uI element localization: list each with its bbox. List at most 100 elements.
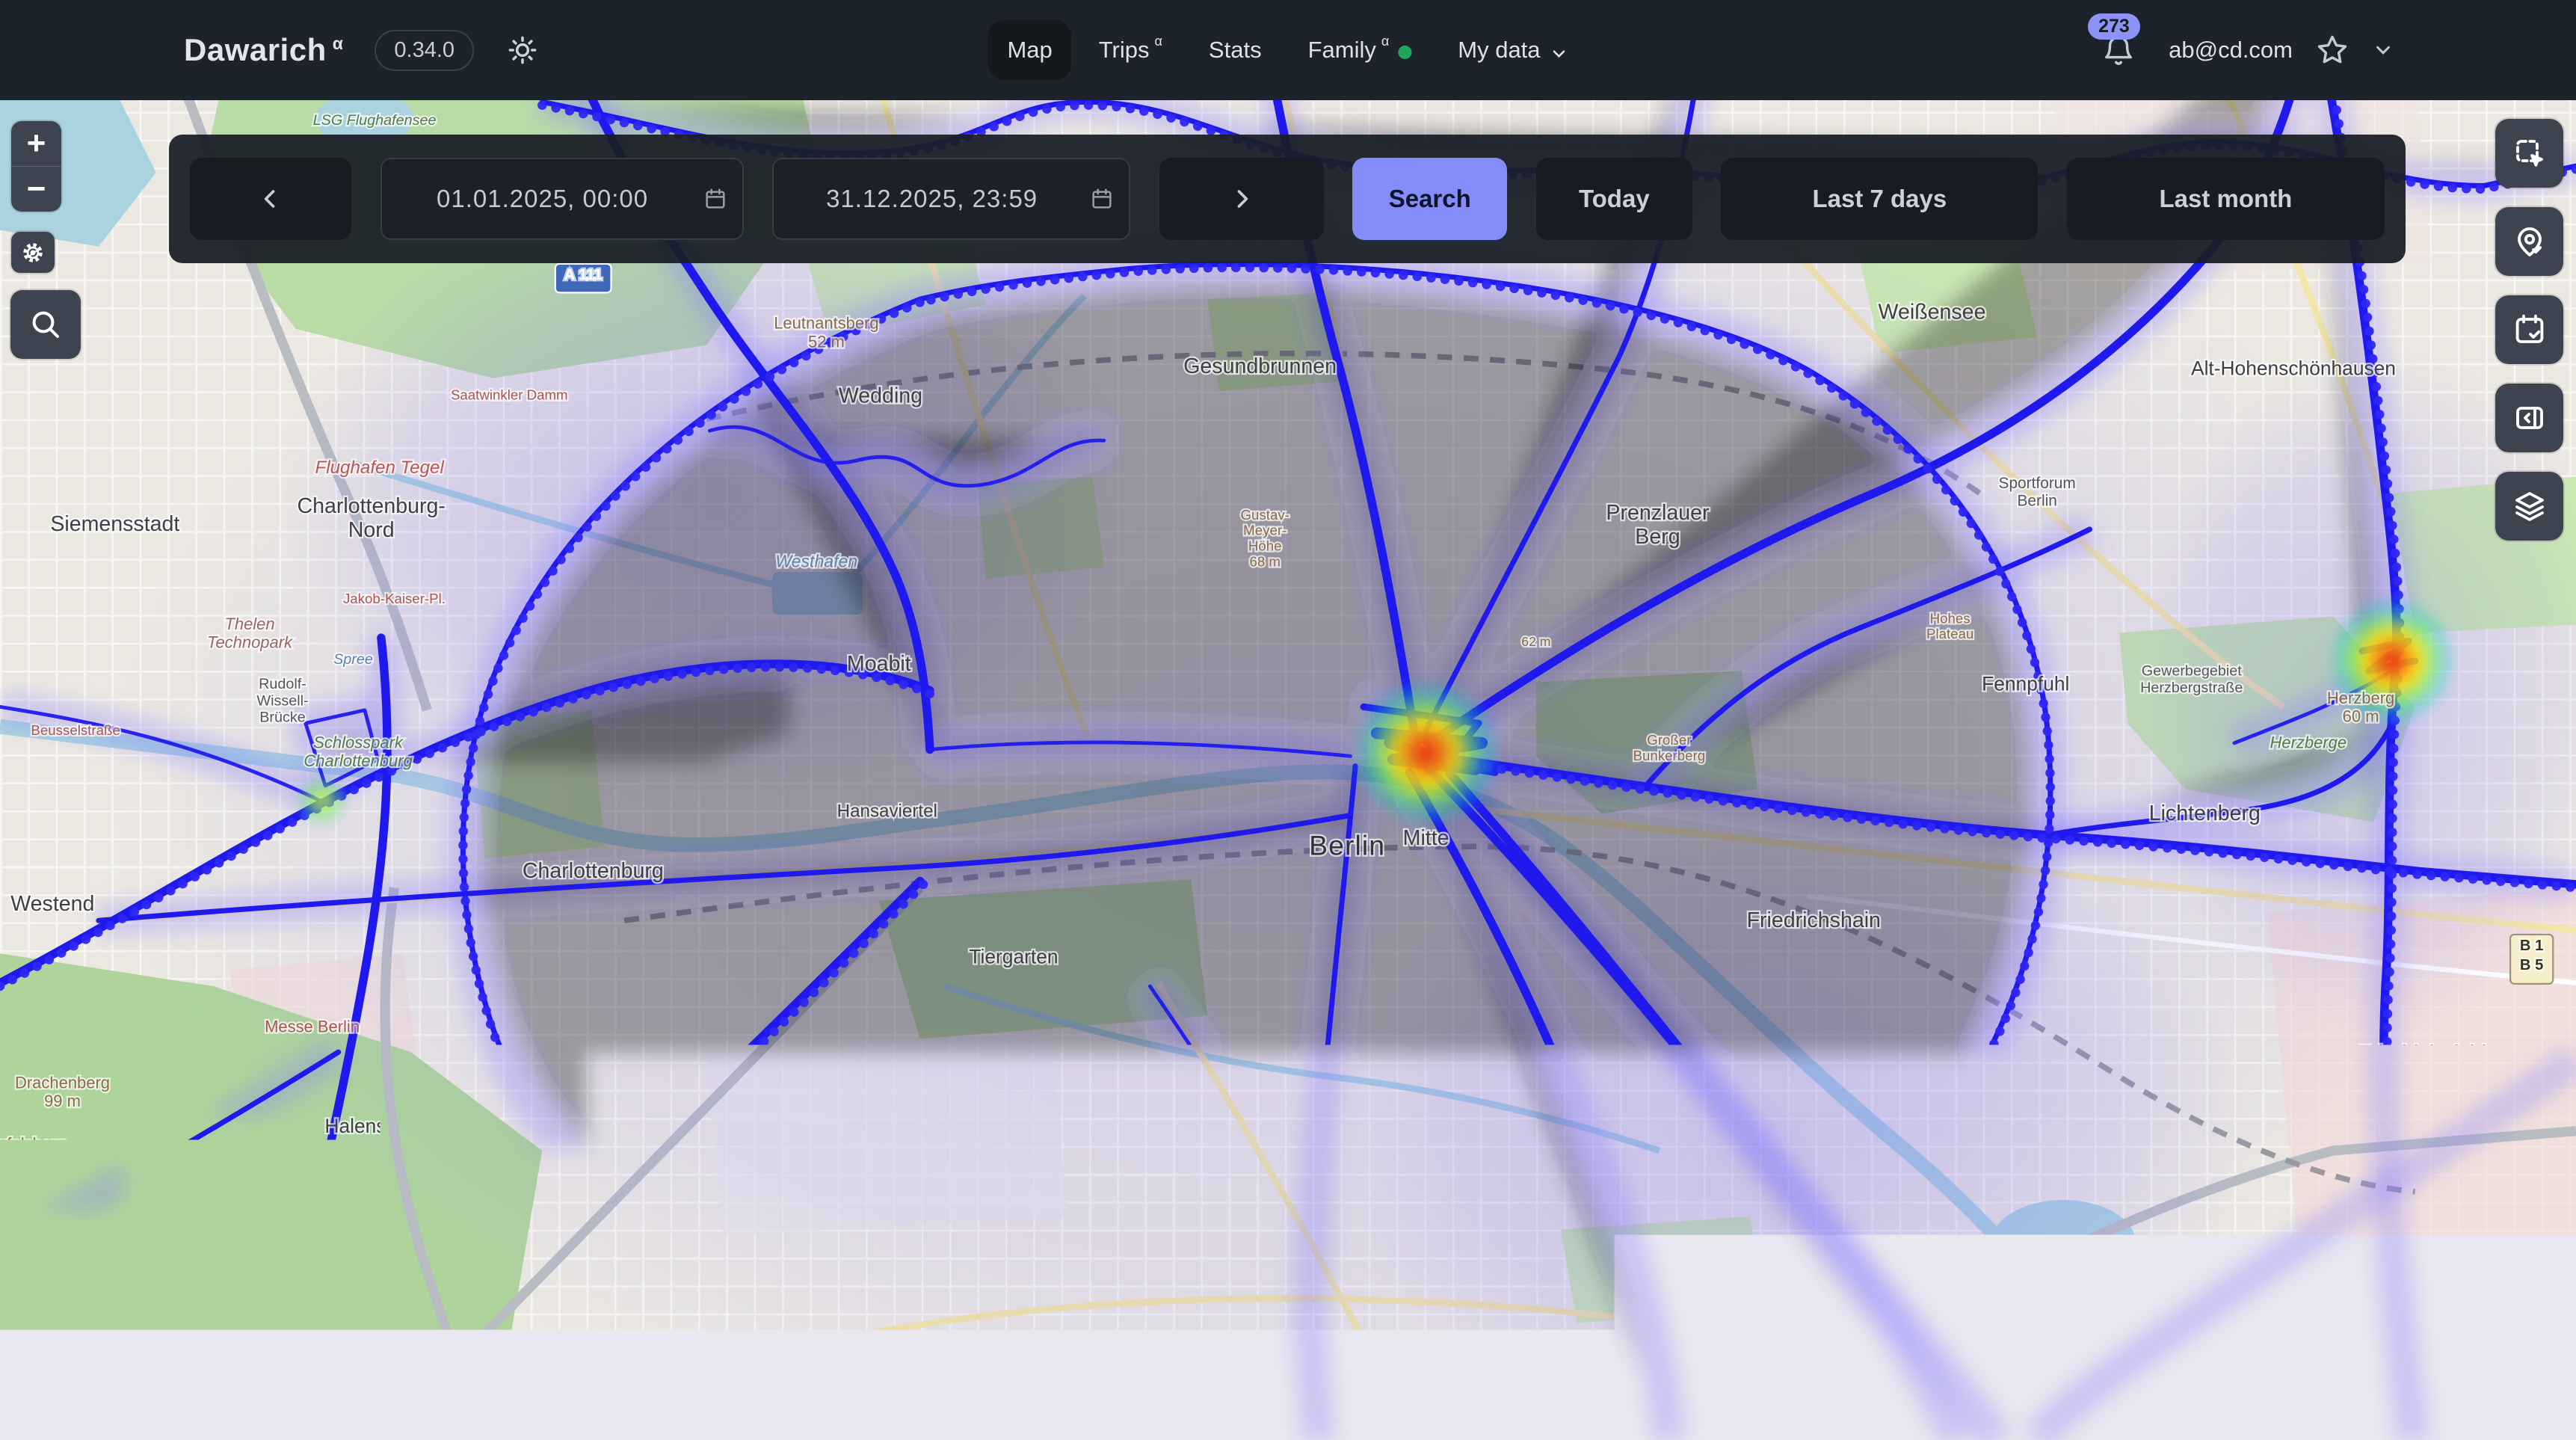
select-area-icon [2512, 135, 2548, 171]
svg-text:Hohenzollerndamm: Hohenzollerndamm [432, 1212, 553, 1228]
svg-text:Hansaviertel: Hansaviertel [837, 801, 937, 822]
notification-count-badge[interactable]: 273 [2088, 13, 2140, 40]
top-navbar: Dawarichα 0.34.0 Map Tripsα Stats Family… [0, 0, 2576, 100]
svg-text:Saatwinkler Damm: Saatwinkler Damm [451, 387, 568, 402]
end-datetime-input[interactable] [772, 158, 1130, 240]
svg-text:Tiergarten: Tiergarten [969, 945, 1058, 967]
svg-text:Weißensee: Weißensee [1879, 301, 1986, 324]
start-datetime-input[interactable] [380, 158, 744, 240]
svg-text:Westhafen: Westhafen [775, 552, 857, 571]
svg-text:LSG Flughafensee: LSG Flughafensee [313, 112, 437, 129]
svg-text:62 m: 62 m [1521, 634, 1550, 649]
last-7-days-button[interactable]: Last 7 days [1721, 158, 2038, 240]
svg-text:Messe Berlin: Messe Berlin [265, 1018, 360, 1036]
search-icon [28, 307, 64, 342]
svg-text:Berlin-Rummelsburg(Betriebsbah: Berlin-Rummelsburg(Betriebsbahnhof) [1905, 1184, 2033, 1216]
stats-points: 146346 points [2403, 1311, 2544, 1336]
nav-dropdown-my-data[interactable]: My data [1438, 20, 1588, 80]
family-online-dot [1398, 46, 1411, 59]
svg-text:Beusselstraße: Beusselstraße [31, 722, 120, 738]
nav-tab-stats[interactable]: Stats [1189, 20, 1281, 80]
calendar-panel-button[interactable] [2495, 295, 2563, 364]
area-selection-tool-button[interactable] [2495, 119, 2563, 188]
leaflet-link[interactable]: Leaflet [2325, 1398, 2385, 1421]
svg-text:Flughafen Tegel: Flughafen Tegel [315, 458, 445, 478]
svg-text:Gesundbrunnen: Gesundbrunnen [1183, 354, 1337, 378]
map-info-button[interactable] [28, 1356, 78, 1408]
version-badge: 0.34.0 [375, 30, 474, 71]
stats-distance: 19776 km [2280, 1311, 2379, 1336]
previous-range-button[interactable] [190, 158, 351, 240]
svg-text:Westend: Westend [10, 892, 94, 916]
map-layers-button[interactable] [2495, 472, 2563, 541]
svg-text:Herzberge: Herzberge [2270, 733, 2347, 751]
start-datetime-field [380, 158, 744, 240]
svg-text:Rudolf-Wissell-Brücke: Rudolf-Wissell-Brücke [256, 676, 308, 725]
map-attribution: Leaflet | © OpenStreetMap [2290, 1397, 2576, 1423]
chevron-down-icon [1550, 44, 1569, 64]
svg-text:Friedrichshain: Friedrichshain [1747, 908, 1881, 932]
svg-text:Fennpfuhl: Fennpfuhl [1982, 672, 2069, 695]
svg-text:Kreuzberg: Kreuzberg [1439, 1117, 1538, 1141]
map-scale-bar: 1 km [2416, 1357, 2547, 1387]
app-alpha-sup: α [333, 34, 344, 53]
svg-text:Mitte: Mitte [1403, 826, 1449, 850]
chevron-right-icon [1229, 186, 1254, 212]
svg-text:Spree: Spree [333, 651, 373, 668]
nav-tab-trips[interactable]: Tripsα [1079, 20, 1182, 80]
map-zoom-control: + − [11, 121, 61, 212]
svg-text:Jakob-Kaiser-Pl.: Jakob-Kaiser-Pl. [343, 591, 446, 606]
visited-places-button[interactable] [2495, 207, 2563, 276]
zoom-in-button[interactable]: + [11, 121, 61, 166]
map-pin-check-icon [2512, 224, 2548, 259]
theme-toggle-button[interactable] [507, 34, 538, 66]
svg-text:Moabit: Moabit [847, 652, 911, 676]
chevron-left-icon [258, 186, 283, 212]
account-area: 273 ab@cd.com [2101, 0, 2394, 100]
last-month-button[interactable]: Last month [2067, 158, 2385, 240]
svg-text:Berlin: Berlin [1309, 829, 1385, 861]
svg-text:HohesPlateau: HohesPlateau [1926, 610, 1973, 641]
search-button[interactable]: Search [1352, 158, 1507, 240]
sun-icon [507, 34, 538, 66]
svg-text:Schmargendorf: Schmargendorf [404, 1385, 549, 1409]
svg-text:GewerbegebietHerzbergstraße: GewerbegebietHerzbergstraße [2140, 663, 2243, 696]
map-settings-button[interactable] [11, 232, 55, 273]
svg-text:A 111: A 111 [564, 267, 603, 283]
main-nav: Map Tripsα Stats Familyα My data [987, 0, 1588, 100]
nav-tab-family[interactable]: Familyα [1289, 20, 1432, 80]
track-stats-badge: 19776 km | 146346 points [2268, 1307, 2555, 1340]
toggle-panel-button[interactable] [2495, 384, 2563, 452]
svg-text:SchlossparkCharlottenburg: SchlossparkCharlottenburg [303, 733, 413, 770]
svg-text:Siemensstadt: Siemensstadt [50, 512, 179, 536]
svg-text:Schöneberg: Schöneberg [945, 1338, 1060, 1361]
svg-text:Halensee: Halensee [324, 1115, 407, 1137]
svg-text:Rummelsburg: Rummelsburg [2059, 1064, 2182, 1086]
openstreetmap-link[interactable]: OpenStreetMap [2426, 1398, 2569, 1421]
next-range-button[interactable] [1159, 158, 1324, 240]
svg-text:Alt-Hohenschönhausen: Alt-Hohenschönhausen [2191, 357, 2396, 379]
date-range-toolbar: Search Today Last 7 days Last month [169, 135, 2406, 263]
svg-text:Wilmersdorf: Wilmersdorf [646, 1267, 759, 1290]
map-search-button[interactable] [10, 290, 81, 359]
user-menu-chevron-icon[interactable] [2372, 39, 2394, 61]
notifications-button[interactable]: 273 [2101, 33, 2136, 67]
dawarich-app: LSG Flughafensee Siemensstadt Flughafen Te… [0, 0, 2576, 1440]
star-icon[interactable] [2315, 33, 2349, 67]
svg-text:Charlottenburg: Charlottenburg [523, 859, 664, 883]
zoom-out-button[interactable]: − [11, 167, 61, 212]
layers-icon [2512, 488, 2548, 524]
app-title: Dawarichα [184, 32, 343, 68]
svg-text:Wedding: Wedding [839, 384, 922, 408]
end-datetime-field [772, 158, 1130, 240]
svg-text:Am Treptower Park: Am Treptower Park [1741, 1228, 1861, 1244]
ukraine-flag-icon [2297, 1403, 2318, 1417]
calendar-check-icon [2512, 312, 2548, 348]
today-button[interactable]: Today [1536, 158, 1692, 240]
svg-text:Grunewald: Grunewald [141, 1261, 253, 1287]
panel-collapse-icon [2512, 400, 2548, 436]
nav-tab-map[interactable]: Map [987, 20, 1071, 80]
info-icon [37, 1366, 69, 1397]
svg-text:Lichtenberg: Lichtenberg [2149, 801, 2261, 825]
svg-text:Dreieck Funkturm: Dreieck Funkturm [275, 1170, 398, 1187]
